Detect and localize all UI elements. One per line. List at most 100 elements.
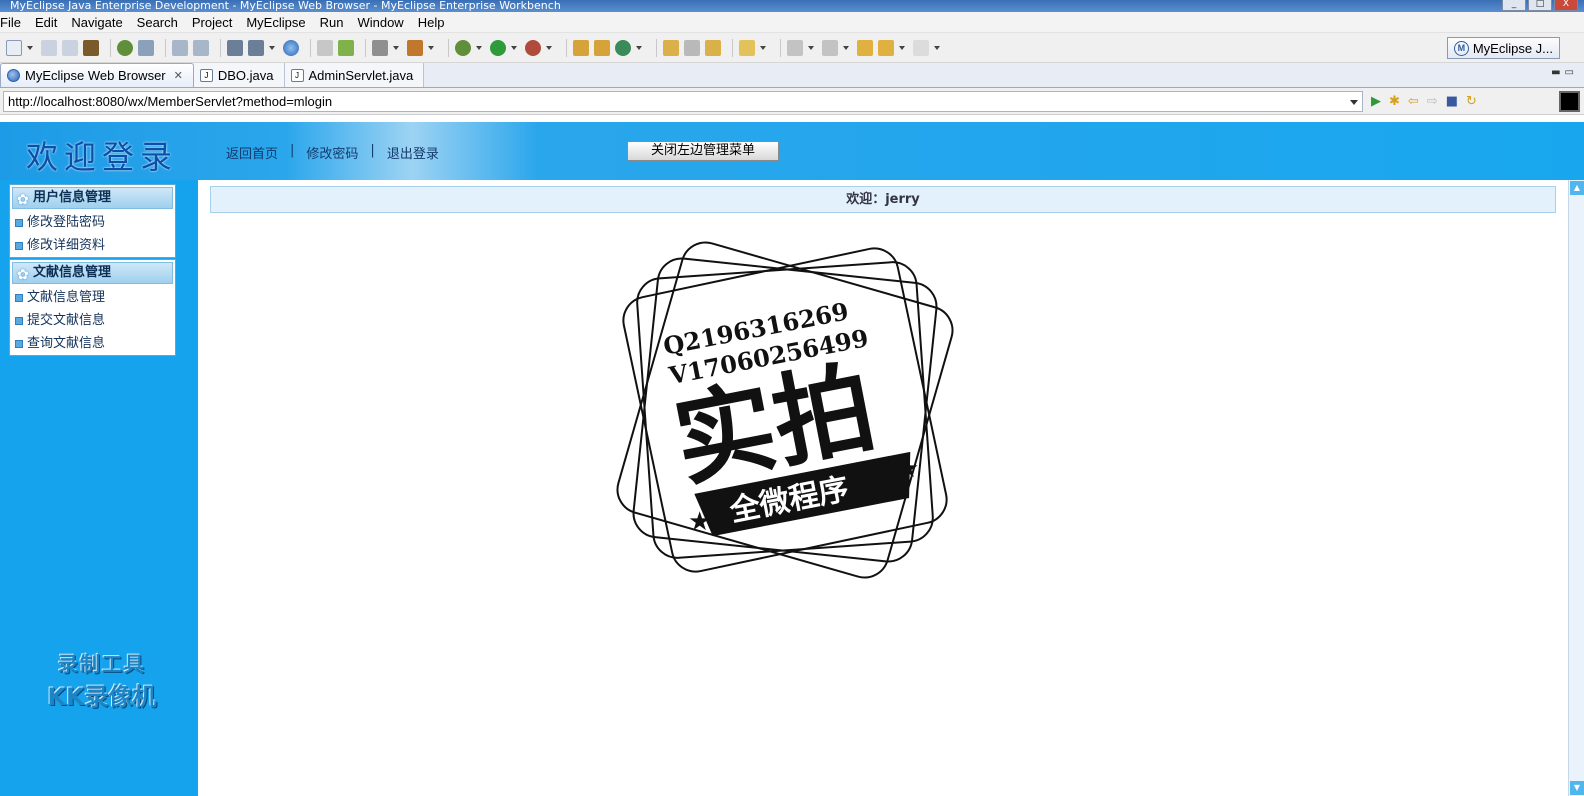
folder2-icon[interactable] — [739, 39, 755, 56]
open-icon[interactable] — [317, 39, 333, 56]
color-swatch[interactable] — [1559, 91, 1580, 112]
folder-icon[interactable] — [705, 39, 721, 56]
run-server-dropdown-icon[interactable] — [269, 45, 275, 50]
new-class-icon[interactable] — [573, 39, 589, 56]
maximize-button[interactable]: □ — [1528, 0, 1552, 11]
minimize-button[interactable]: _ — [1502, 0, 1526, 11]
editor-minmax-icons[interactable]: ▬▭ — [1551, 67, 1578, 78]
external-tools-icon[interactable] — [525, 39, 541, 56]
forward-arrow-icon[interactable] — [913, 39, 929, 56]
browser-url-bar: http://localhost:8080/wx/MemberServlet?m… — [0, 88, 1584, 115]
run-server-icon[interactable] — [248, 39, 264, 56]
main-toolbar: M MyEclipse J... — [0, 33, 1584, 63]
back-arrow-icon[interactable] — [878, 39, 894, 56]
menu-window[interactable]: Window — [357, 15, 411, 30]
perspective-switcher[interactable]: M MyEclipse J... — [1446, 37, 1560, 59]
menu-item-change-login-password[interactable]: 修改登陆密码 — [10, 211, 175, 234]
run-dropdown-icon[interactable] — [511, 45, 517, 50]
tab-myeclipse-web-browser[interactable]: MyEclipse Web Browser ✕ — [0, 63, 194, 87]
back-icon[interactable]: ⇦ — [1408, 94, 1419, 109]
menu-item-literature-manage[interactable]: 文献信息管理 — [10, 286, 175, 309]
new-interface-icon[interactable] — [615, 39, 631, 56]
menu-group-title[interactable]: ✿ 文献信息管理 — [12, 262, 173, 284]
stop-icon[interactable]: ■ — [1446, 94, 1458, 109]
package-icon[interactable] — [83, 39, 99, 56]
next-annotation-dropdown-icon[interactable] — [808, 45, 814, 50]
close-left-menu-button[interactable]: 关闭左边管理菜单 — [627, 141, 779, 161]
menu-project[interactable]: Project — [192, 15, 240, 30]
menu-run[interactable]: Run — [320, 15, 352, 30]
close-tab-icon[interactable]: ✕ — [174, 69, 183, 82]
bullet-icon — [15, 340, 23, 348]
prev-annotation-icon[interactable] — [822, 39, 838, 56]
run-icon[interactable] — [490, 39, 506, 56]
menu-group-literature: ✿ 文献信息管理 文献信息管理 提交文献信息 查询文献信息 — [9, 259, 176, 356]
refresh-icon[interactable] — [338, 39, 354, 56]
close-window-button[interactable]: X — [1554, 0, 1578, 11]
deploy-icon[interactable] — [227, 39, 243, 56]
menu-item-submit-literature[interactable]: 提交文献信息 — [10, 309, 175, 332]
menu-edit[interactable]: Edit — [35, 15, 65, 30]
header-links: 返回首页 | 修改密码 | 退出登录 — [226, 143, 439, 162]
menu-group-label: 文献信息管理 — [33, 265, 112, 280]
new-dropdown-icon[interactable] — [27, 45, 33, 50]
window-title-bar: MyEclipse Java Enterprise Development - … — [0, 0, 1584, 12]
tab-dbo-java[interactable]: J DBO.java — [193, 63, 285, 87]
debug-dropdown-icon[interactable] — [476, 45, 482, 50]
toolbar-separator — [656, 38, 657, 57]
go-icon[interactable]: ▶ — [1371, 94, 1381, 109]
menu-file[interactable]: File — [0, 15, 29, 30]
save-icon[interactable] — [41, 39, 57, 56]
menu-help[interactable]: Help — [418, 15, 453, 30]
refresh-page-icon[interactable]: ↻ — [1466, 94, 1477, 109]
star-icon: ✿ — [17, 192, 29, 208]
prev-annotation-dropdown-icon[interactable] — [843, 45, 849, 50]
tools-dropdown-icon[interactable] — [428, 45, 434, 50]
new-interface-dropdown-icon[interactable] — [636, 45, 642, 50]
scroll-up-icon[interactable]: ▲ — [1570, 181, 1584, 195]
forward-dropdown-icon[interactable] — [934, 45, 940, 50]
favorites-icon[interactable]: ✱ — [1389, 94, 1400, 109]
pen-icon[interactable] — [684, 39, 700, 56]
tab-adminservlet-java[interactable]: J AdminServlet.java — [284, 63, 425, 87]
new-package-icon[interactable] — [594, 39, 610, 56]
toolbar-separator — [448, 38, 449, 57]
toolbar-separator — [365, 38, 366, 57]
debug-icon[interactable] — [455, 39, 471, 56]
bug-icon[interactable] — [117, 39, 133, 56]
menu-item-query-literature[interactable]: 查询文献信息 — [10, 332, 175, 355]
url-input[interactable]: http://localhost:8080/wx/MemberServlet?m… — [3, 90, 1363, 112]
new-icon[interactable] — [6, 39, 22, 56]
home-link[interactable]: 返回首页 — [226, 143, 278, 162]
menu-group-title[interactable]: ✿ 用户信息管理 — [12, 187, 173, 209]
external-tools-dropdown-icon[interactable] — [546, 45, 552, 50]
open-type-icon[interactable] — [663, 39, 679, 56]
menu-myeclipse[interactable]: MyEclipse — [246, 15, 313, 30]
forward-icon[interactable]: ⇨ — [1427, 94, 1438, 109]
camera-icon[interactable] — [372, 39, 388, 56]
toolbar-separator — [110, 38, 111, 57]
vertical-scrollbar[interactable]: ▲ ▼ — [1568, 180, 1584, 796]
logout-link[interactable]: 退出登录 — [387, 143, 439, 162]
menu-item-edit-profile[interactable]: 修改详细资料 — [10, 234, 175, 257]
folder2-dropdown-icon[interactable] — [760, 45, 766, 50]
menu-search[interactable]: Search — [137, 15, 186, 30]
change-password-link[interactable]: 修改密码 — [306, 143, 358, 162]
next-annotation-icon[interactable] — [787, 39, 803, 56]
url-history-dropdown-icon[interactable] — [1350, 99, 1358, 105]
camera-dropdown-icon[interactable] — [393, 45, 399, 50]
print-icon[interactable] — [62, 39, 78, 56]
browser-icon[interactable] — [283, 39, 299, 56]
menu-item-label: 查询文献信息 — [27, 336, 106, 351]
last-edit-icon[interactable] — [857, 39, 873, 56]
back-dropdown-icon[interactable] — [899, 45, 905, 50]
wizard-icon[interactable] — [172, 39, 188, 56]
server-icon[interactable] — [138, 39, 154, 56]
menu-navigate[interactable]: Navigate — [71, 15, 130, 30]
toolbar-separator — [220, 38, 221, 57]
scroll-down-icon[interactable]: ▼ — [1570, 781, 1584, 795]
wizard2-icon[interactable] — [193, 39, 209, 56]
menu-item-label: 修改详细资料 — [27, 238, 106, 253]
tools-icon[interactable] — [407, 39, 423, 56]
perspective-label: MyEclipse J... — [1472, 40, 1553, 56]
